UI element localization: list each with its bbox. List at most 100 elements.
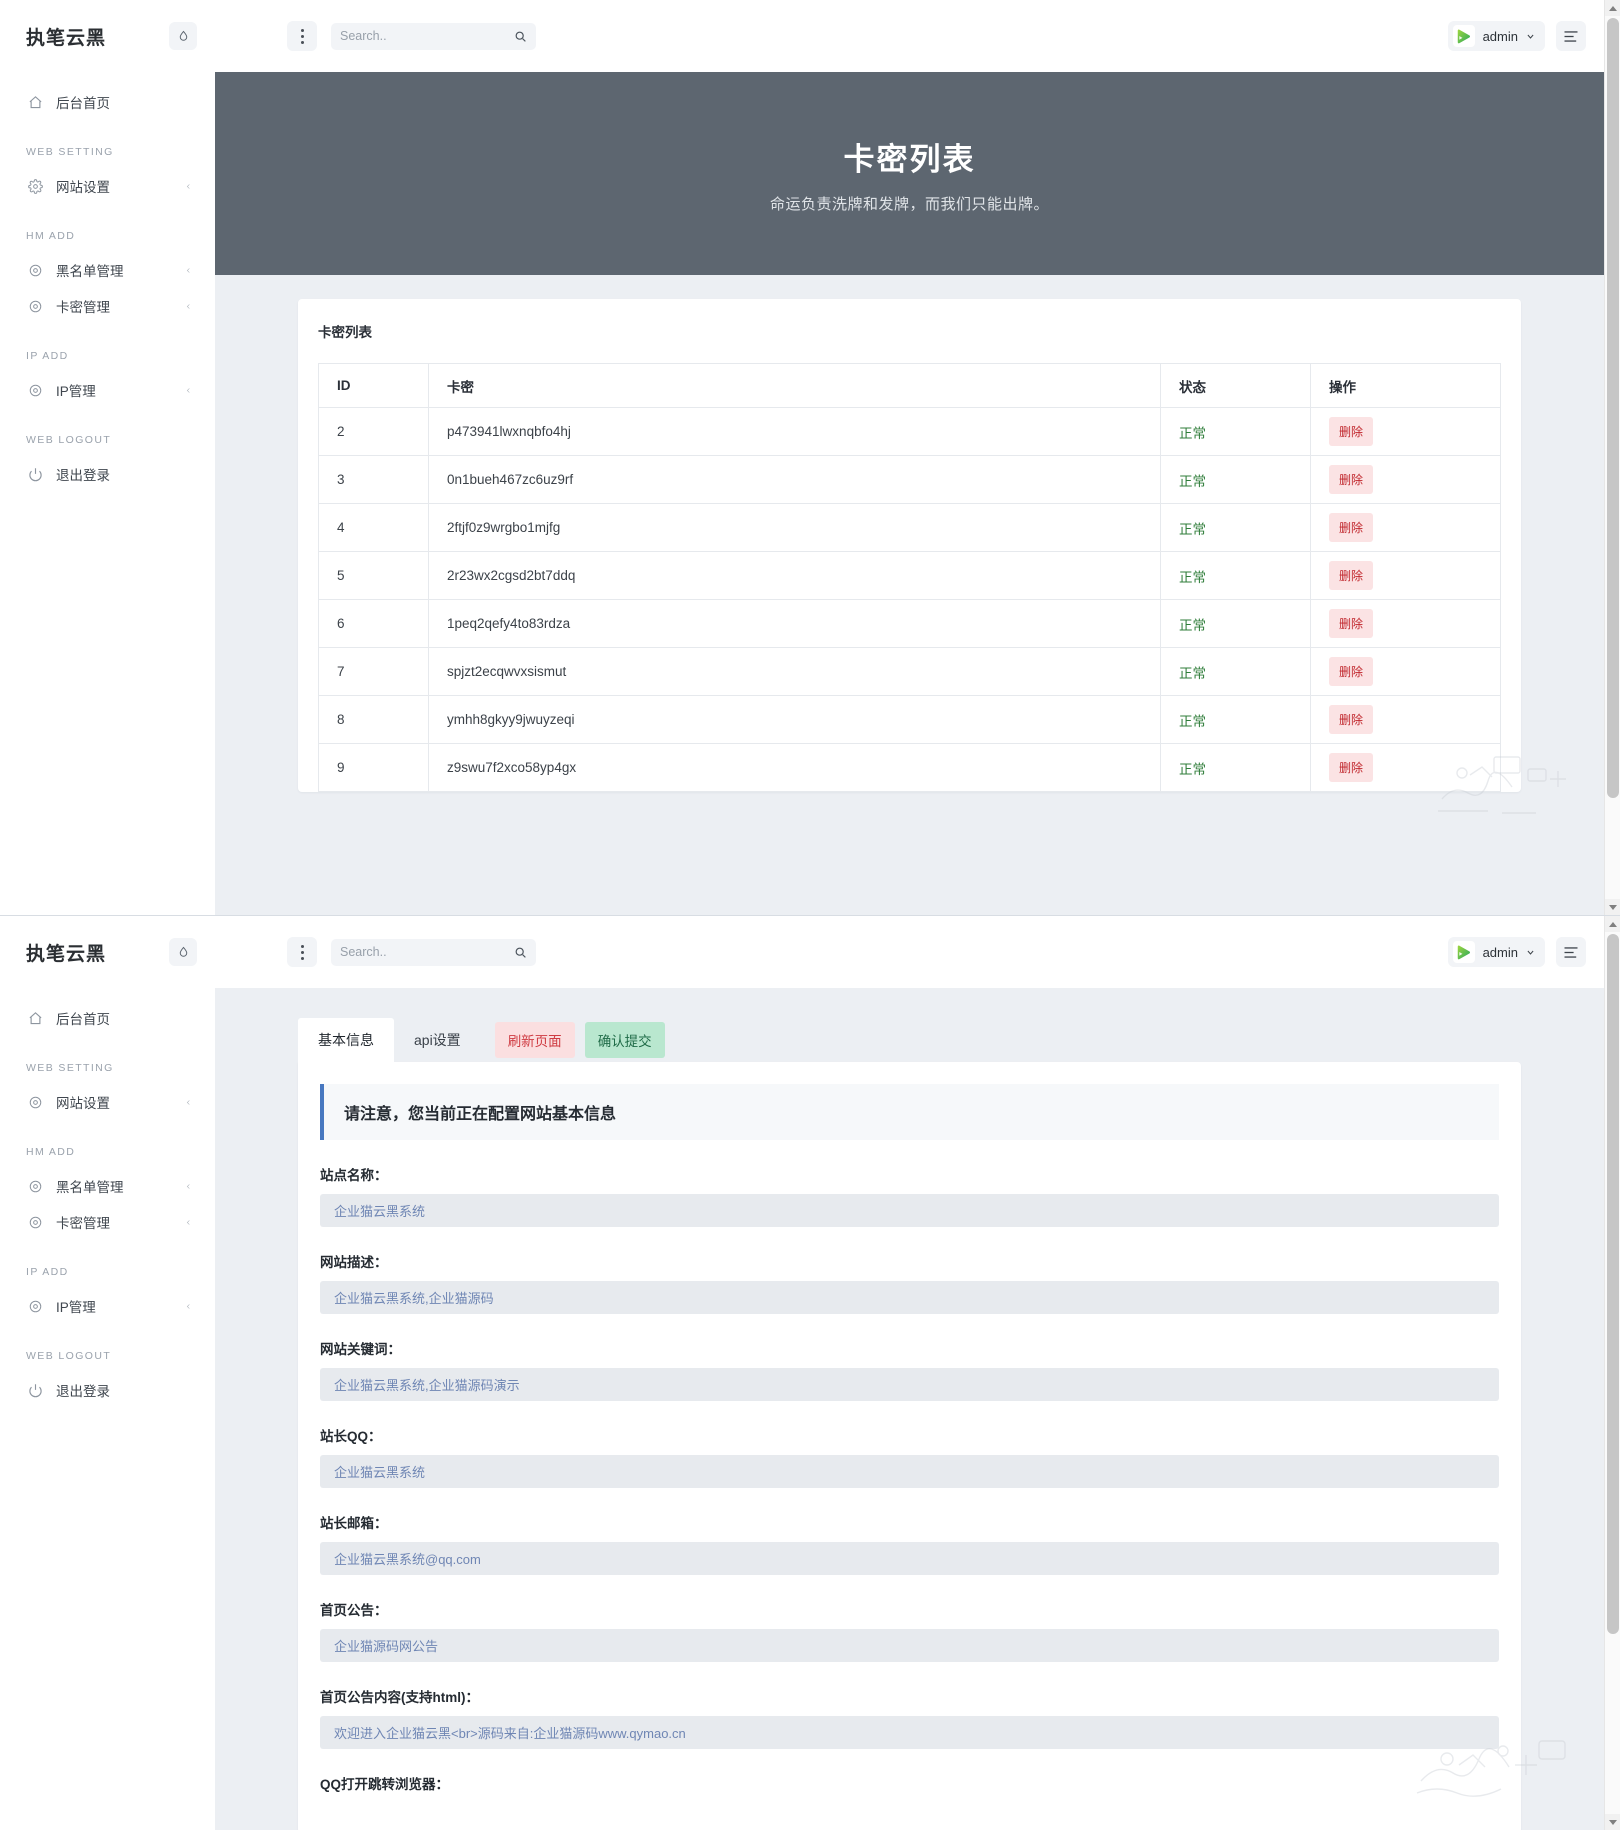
chevron-left-icon	[183, 1217, 193, 1227]
sidebar-item-site-setting[interactable]: 网站设置	[0, 168, 215, 204]
cell-action: 删除	[1310, 599, 1501, 648]
browser-viewport-top: 执笔云黑 后台首页 WEB SETTING 网站设置 HM ADD 黑名单管理 …	[0, 0, 1620, 916]
list-menu-icon[interactable]	[1556, 21, 1586, 51]
settings-panel: 请注意，您当前正在配置网站基本信息 站点名称：网站描述：网站关键词：站长QQ：站…	[298, 1062, 1521, 1830]
sidebar-nav: 后台首页 WEB SETTING 网站设置 HM ADD 黑名单管理 卡密管理 …	[0, 988, 215, 1408]
delete-button[interactable]: 删除	[1329, 417, 1374, 446]
sidebar-item-home[interactable]: 后台首页	[0, 84, 215, 120]
sidebar-item-card-key[interactable]: 卡密管理	[0, 288, 215, 324]
droplet-icon[interactable]	[169, 938, 197, 966]
droplet-icon[interactable]	[169, 22, 197, 50]
table-row: 7 spjzt2ecqwvxsismut 正常 删除	[318, 647, 1501, 696]
delete-button[interactable]: 删除	[1329, 561, 1374, 590]
field-input[interactable]	[320, 1542, 1499, 1575]
sidebar-nav: 后台首页 WEB SETTING 网站设置 HM ADD 黑名单管理 卡密管理 …	[0, 72, 215, 492]
user-menu-button[interactable]: admin	[1447, 937, 1545, 967]
brand-row: 执笔云黑	[0, 0, 215, 72]
cell-id: 6	[318, 599, 429, 648]
field-input[interactable]	[320, 1455, 1499, 1488]
search-input[interactable]	[340, 29, 514, 43]
scroll-up-arrow-icon[interactable]	[1605, 916, 1620, 932]
delete-button[interactable]: 删除	[1329, 609, 1374, 638]
user-menu-button[interactable]: admin	[1447, 21, 1545, 51]
settings-field: QQ打开跳转浏览器：	[320, 1773, 1499, 1793]
cell-action: 删除	[1310, 407, 1501, 456]
cell-action: 删除	[1310, 695, 1501, 744]
scroll-thumb[interactable]	[1607, 18, 1619, 798]
topbar-bottom: admin	[215, 916, 1604, 988]
scroll-down-arrow-icon[interactable]	[1605, 899, 1620, 915]
chevron-down-icon	[1526, 948, 1535, 957]
search-icon[interactable]	[514, 946, 527, 959]
field-label: 站点名称：	[320, 1168, 388, 1183]
field-label: 站长QQ：	[320, 1429, 382, 1444]
sidebar-item-card-key[interactable]: 卡密管理	[0, 1204, 215, 1240]
table-row: 3 0n1bueh467zc6uz9rf 正常 删除	[318, 455, 1501, 504]
settings-field: 首页公告内容(支持html)：	[320, 1686, 1499, 1749]
sidebar-item-label: 后台首页	[56, 96, 110, 111]
sidebar-item-site-setting[interactable]: 网站设置	[0, 1084, 215, 1120]
sidebar-item-logout[interactable]: 退出登录	[0, 456, 215, 492]
sidebar-item-blacklist[interactable]: 黑名单管理	[0, 252, 215, 288]
scroll-up-arrow-icon[interactable]	[1605, 0, 1620, 16]
tab-api-setting[interactable]: api设置	[394, 1018, 481, 1062]
confirm-submit-button[interactable]: 确认提交	[584, 1022, 665, 1058]
status-badge: 正常	[1160, 647, 1311, 696]
sidebar-group-hm-add: HM ADD	[26, 1146, 76, 1158]
sidebar-item-ip-manage[interactable]: IP管理	[0, 372, 215, 408]
column-header-id: ID	[318, 363, 429, 408]
chevron-left-icon	[183, 301, 193, 311]
field-input[interactable]	[320, 1368, 1499, 1401]
hero-title: 卡密列表	[843, 141, 976, 177]
search-box[interactable]	[331, 22, 536, 50]
settings-field: 站点名称：	[320, 1164, 1499, 1227]
field-label: 首页公告：	[320, 1603, 388, 1618]
scroll-down-arrow-icon[interactable]	[1605, 1814, 1620, 1830]
field-label: QQ打开跳转浏览器：	[320, 1777, 450, 1792]
cell-action: 删除	[1310, 743, 1501, 792]
settings-field: 站长邮箱：	[320, 1512, 1499, 1575]
sidebar-item-home[interactable]: 后台首页	[0, 1000, 215, 1036]
scroll-thumb[interactable]	[1607, 934, 1619, 1634]
table-row: 6 1peq2qefy4to83rdza 正常 删除	[318, 599, 1501, 648]
sidebar-item-ip-manage[interactable]: IP管理	[0, 1288, 215, 1324]
search-box[interactable]	[331, 938, 536, 966]
field-input[interactable]	[320, 1629, 1499, 1662]
gear-icon	[26, 1093, 44, 1111]
search-input[interactable]	[340, 945, 514, 959]
more-vertical-icon[interactable]	[287, 21, 317, 51]
scrollbar-vertical-top[interactable]	[1604, 0, 1620, 915]
more-vertical-icon[interactable]	[287, 937, 317, 967]
delete-button[interactable]: 删除	[1329, 753, 1374, 782]
gear-icon	[26, 297, 44, 315]
list-menu-icon[interactable]	[1556, 937, 1586, 967]
delete-button[interactable]: 删除	[1329, 657, 1374, 686]
refresh-page-button[interactable]: 刷新页面	[494, 1022, 575, 1058]
sidebar-item-blacklist[interactable]: 黑名单管理	[0, 1168, 215, 1204]
gear-icon	[26, 381, 44, 399]
sidebar-group-ip-add: IP ADD	[26, 1266, 69, 1278]
brand-title: 执笔云黑	[26, 27, 107, 49]
sidebar-item-logout[interactable]: 退出登录	[0, 1372, 215, 1408]
cell-code: 1peq2qefy4to83rdza	[428, 599, 1161, 648]
status-badge: 正常	[1160, 599, 1311, 648]
topbar-top: admin	[215, 0, 1604, 72]
settings-tabstrip: 基本信息 api设置 刷新页面 确认提交	[215, 988, 1604, 1062]
hero-banner: 卡密列表 命运负责洗牌和发牌，而我们只能出牌。	[215, 72, 1604, 275]
field-input[interactable]	[320, 1194, 1499, 1227]
sidebar-item-label: IP管理	[56, 384, 96, 399]
cell-code: p473941lwxnqbfo4hj	[428, 407, 1161, 456]
delete-button[interactable]: 删除	[1329, 465, 1374, 494]
field-input[interactable]	[320, 1281, 1499, 1314]
search-icon[interactable]	[514, 30, 527, 43]
cell-action: 删除	[1310, 503, 1501, 552]
table-header-row: ID 卡密 状态 操作	[318, 363, 1501, 408]
delete-button[interactable]: 删除	[1329, 513, 1374, 542]
cell-code: spjzt2ecqwvxsismut	[428, 647, 1161, 696]
scrollbar-vertical-bottom[interactable]	[1604, 916, 1620, 1830]
field-input[interactable]	[320, 1716, 1499, 1749]
delete-button[interactable]: 删除	[1329, 705, 1374, 734]
tab-basic-info[interactable]: 基本信息	[298, 1018, 394, 1062]
status-badge: 正常	[1160, 743, 1311, 792]
sidebar-item-label: 黑名单管理	[56, 264, 124, 279]
